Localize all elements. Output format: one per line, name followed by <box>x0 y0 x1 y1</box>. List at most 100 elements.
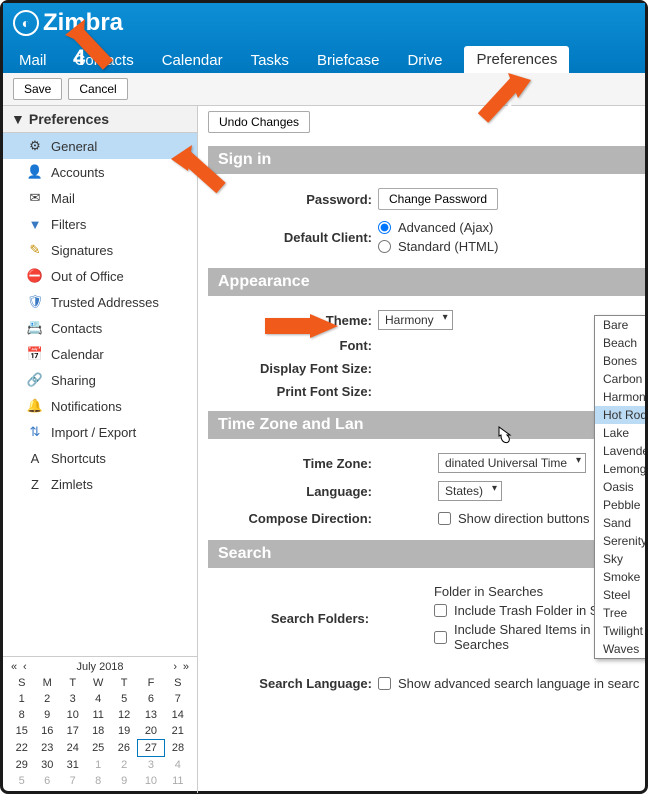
cal-day[interactable]: 20 <box>137 723 164 740</box>
cal-day[interactable]: 16 <box>34 723 59 740</box>
cal-day[interactable]: 6 <box>137 691 164 707</box>
cal-day[interactable]: 5 <box>9 773 34 789</box>
sidebar-item-sharing[interactable]: 🔗Sharing <box>3 367 197 393</box>
cal-day[interactable]: 1 <box>85 757 110 774</box>
cal-day[interactable]: 21 <box>165 723 191 740</box>
cal-day[interactable]: 11 <box>165 773 191 789</box>
sidebar-item-zimlets[interactable]: ZZimlets <box>3 471 197 497</box>
cal-day[interactable]: 24 <box>60 740 85 757</box>
theme-option-waves[interactable]: Waves <box>595 640 645 658</box>
cal-day[interactable]: 2 <box>111 757 137 774</box>
sidebar-item-general[interactable]: ⚙General <box>3 133 197 159</box>
theme-option-sky[interactable]: Sky <box>595 550 645 568</box>
sidebar-item-calendar[interactable]: 📅Calendar <box>3 341 197 367</box>
cal-day[interactable]: 9 <box>34 707 59 723</box>
cal-day[interactable]: 10 <box>60 707 85 723</box>
adv-search-lang-check[interactable] <box>378 677 391 690</box>
tab-calendar[interactable]: Calendar <box>156 48 229 73</box>
undo-changes-button[interactable]: Undo Changes <box>208 111 310 133</box>
cal-day[interactable]: 3 <box>137 757 164 774</box>
cal-day[interactable]: 5 <box>111 691 137 707</box>
cal-next[interactable]: › <box>173 661 177 673</box>
tab-drive[interactable]: Drive <box>401 48 448 73</box>
cal-prev[interactable]: ‹ <box>23 661 27 673</box>
sidebar-item-out-of-office[interactable]: ⛔Out of Office <box>3 263 197 289</box>
tab-tasks[interactable]: Tasks <box>245 48 295 73</box>
theme-option-oasis[interactable]: Oasis <box>595 478 645 496</box>
cal-day[interactable]: 10 <box>137 773 164 789</box>
theme-option-tree[interactable]: Tree <box>595 604 645 622</box>
theme-option-hot-rod[interactable]: Hot Rod <box>595 406 645 424</box>
sidebar-header[interactable]: ▼ Preferences <box>3 106 197 133</box>
cal-day[interactable]: 7 <box>165 691 191 707</box>
cal-day[interactable]: 30 <box>34 757 59 774</box>
tab-mail[interactable]: Mail <box>13 48 53 73</box>
direction-btns-check[interactable] <box>438 512 451 525</box>
cancel-button[interactable]: Cancel <box>68 78 127 100</box>
client-advanced-radio[interactable] <box>378 221 391 234</box>
cal-day[interactable]: 29 <box>9 757 34 774</box>
cal-day[interactable]: 13 <box>137 707 164 723</box>
cal-day[interactable]: 23 <box>34 740 59 757</box>
cal-day[interactable]: 7 <box>60 773 85 789</box>
theme-option-bones[interactable]: Bones <box>595 352 645 370</box>
tz-select[interactable]: dinated Universal Time <box>438 453 586 473</box>
sidebar-item-trusted-addresses[interactable]: 🛡Trusted Addresses <box>3 289 197 315</box>
cal-day[interactable]: 6 <box>34 773 59 789</box>
tab-briefcase[interactable]: Briefcase <box>311 48 386 73</box>
lang-select[interactable]: States) <box>438 481 502 501</box>
cal-day[interactable]: 12 <box>111 707 137 723</box>
cal-day[interactable]: 25 <box>85 740 110 757</box>
cal-day[interactable]: 8 <box>9 707 34 723</box>
cal-day[interactable]: 14 <box>165 707 191 723</box>
cal-day[interactable]: 18 <box>85 723 110 740</box>
cal-day[interactable]: 8 <box>85 773 110 789</box>
cal-day[interactable]: 15 <box>9 723 34 740</box>
cal-prev-double[interactable]: « <box>11 661 17 673</box>
sidebar-item-notifications[interactable]: 🔔Notifications <box>3 393 197 419</box>
cal-day[interactable]: 11 <box>85 707 110 723</box>
cal-day[interactable]: 28 <box>165 740 191 757</box>
sidebar-item-import-export[interactable]: ⇅Import / Export <box>3 419 197 445</box>
change-password-button[interactable]: Change Password <box>378 188 498 210</box>
theme-select[interactable]: Harmony <box>378 310 453 330</box>
theme-option-sand[interactable]: Sand <box>595 514 645 532</box>
cal-day[interactable]: 19 <box>111 723 137 740</box>
cal-day[interactable]: 17 <box>60 723 85 740</box>
save-button[interactable]: Save <box>13 78 62 100</box>
sidebar-item-accounts[interactable]: 👤Accounts <box>3 159 197 185</box>
theme-option-lavender[interactable]: Lavender <box>595 442 645 460</box>
sidebar-item-shortcuts[interactable]: AShortcuts <box>3 445 197 471</box>
cal-day[interactable]: 31 <box>60 757 85 774</box>
tab-preferences[interactable]: Preferences <box>464 46 569 73</box>
shared-check[interactable] <box>434 631 447 644</box>
sidebar-item-mail[interactable]: ✉Mail <box>3 185 197 211</box>
theme-dropdown[interactable]: BareBeachBonesCarbonHarmonyHot RodLakeLa… <box>594 315 645 659</box>
theme-option-beach[interactable]: Beach <box>595 334 645 352</box>
cal-day[interactable]: 1 <box>9 691 34 707</box>
theme-option-lemongrass[interactable]: Lemongrass <box>595 460 645 478</box>
client-standard-radio[interactable] <box>378 240 391 253</box>
sidebar-item-contacts[interactable]: 📇Contacts <box>3 315 197 341</box>
sidebar-item-filters[interactable]: ▼Filters <box>3 211 197 237</box>
theme-option-lake[interactable]: Lake <box>595 424 645 442</box>
theme-option-twilight[interactable]: Twilight <box>595 622 645 640</box>
theme-option-pebble[interactable]: Pebble <box>595 496 645 514</box>
cal-day[interactable]: 4 <box>165 757 191 774</box>
cal-day[interactable]: 9 <box>111 773 137 789</box>
cal-next-double[interactable]: » <box>183 661 189 673</box>
cal-day[interactable]: 22 <box>9 740 34 757</box>
cal-day[interactable]: 3 <box>60 691 85 707</box>
theme-option-smoke[interactable]: Smoke <box>595 568 645 586</box>
cal-day[interactable]: 4 <box>85 691 110 707</box>
cal-day[interactable]: 27 <box>137 740 164 757</box>
theme-option-carbon[interactable]: Carbon <box>595 370 645 388</box>
cal-day[interactable]: 26 <box>111 740 137 757</box>
theme-option-bare[interactable]: Bare <box>595 316 645 334</box>
cal-day[interactable]: 2 <box>34 691 59 707</box>
sidebar-item-signatures[interactable]: ✎Signatures <box>3 237 197 263</box>
trash-check[interactable] <box>434 604 447 617</box>
theme-option-steel[interactable]: Steel <box>595 586 645 604</box>
theme-option-harmony[interactable]: Harmony <box>595 388 645 406</box>
theme-option-serenity[interactable]: Serenity <box>595 532 645 550</box>
